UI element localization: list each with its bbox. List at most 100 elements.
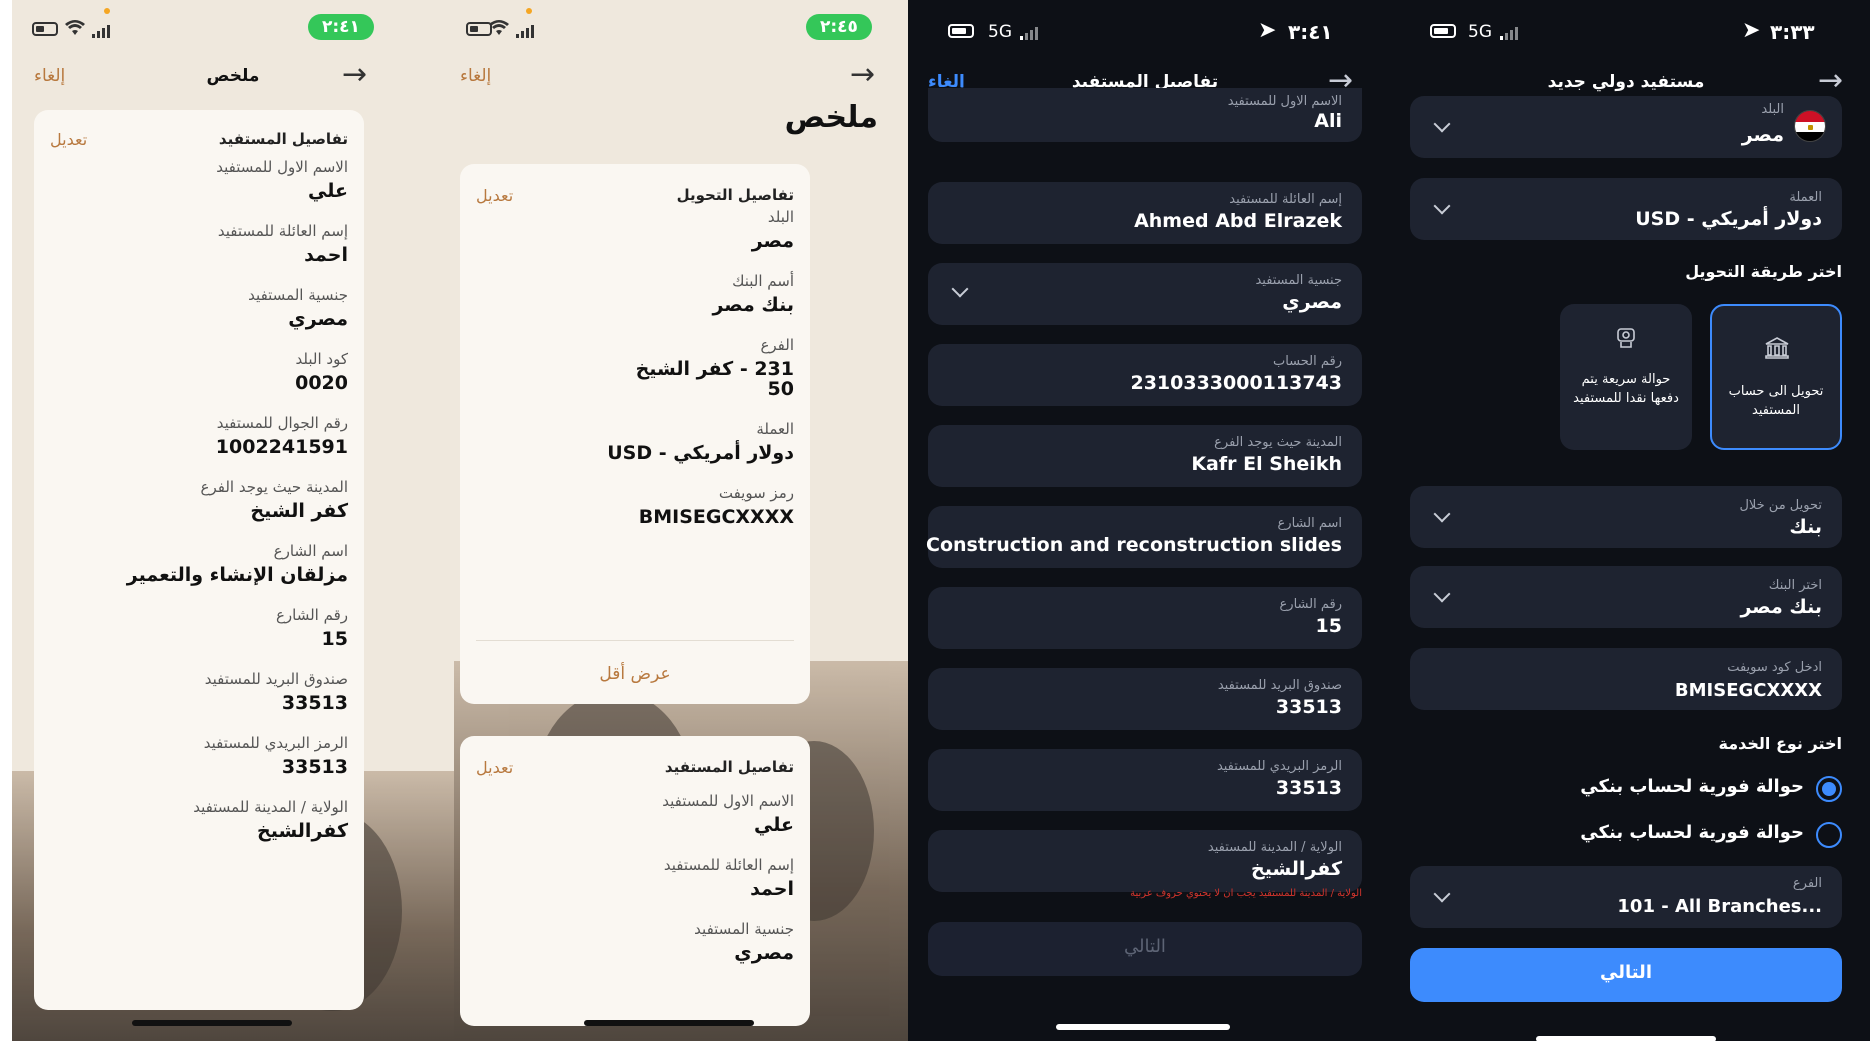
status-time: ٣:٤١ bbox=[1288, 20, 1333, 44]
service-option-1[interactable]: حوالة فورية لحساب بنكي bbox=[1382, 772, 1870, 808]
field-label: كود البلد bbox=[295, 350, 348, 368]
network-type: 5G bbox=[1468, 22, 1492, 42]
via-label: تحويل من خلال bbox=[1739, 498, 1822, 513]
field-label: جنسية المستفيد bbox=[694, 920, 794, 938]
edit-button[interactable]: تعديل bbox=[476, 186, 513, 205]
field-label: إسم العائلة للمستفيد bbox=[663, 856, 794, 874]
field-value: 33513 bbox=[1275, 696, 1342, 718]
summary-screen-2: ٢:٤٥ إلغاء → ملخص تفاصيل التحويل تعديل ا… bbox=[454, 0, 908, 1041]
beneficiary-field[interactable]: الرمز البريدي للمستفيد 33513 bbox=[928, 749, 1362, 811]
cancel-button[interactable]: إلغاء bbox=[460, 66, 491, 86]
field-value: احمد bbox=[304, 244, 348, 266]
status-time: ٢:٤٥ bbox=[806, 14, 872, 40]
beneficiary-details-card: تفاصيل المستفيد تعديل الاسم الاول للمستف… bbox=[460, 736, 810, 1026]
show-less-button[interactable]: عرض أقل bbox=[460, 664, 810, 684]
branch-label: الفرع bbox=[1792, 876, 1822, 891]
field-label: الاسم الاول للمستفيد bbox=[216, 158, 348, 176]
validation-error: الولاية / المدينة للمستفيد يجب ان لا يحت… bbox=[1130, 888, 1362, 899]
method-account-label: تحويل الى حساب المستفيد bbox=[1728, 384, 1824, 418]
bank-icon bbox=[1765, 337, 1789, 359]
signal-icon bbox=[1020, 26, 1038, 40]
home-indicator bbox=[1056, 1024, 1230, 1030]
field-label: أسم البنك bbox=[732, 272, 794, 290]
field-value: علي bbox=[754, 814, 794, 836]
field-label: المدينة حيث يوجد الفرع bbox=[200, 478, 348, 496]
field-label: رقم الحساب bbox=[1272, 354, 1342, 369]
beneficiary-field[interactable]: رقم الحساب 2310333000113743 bbox=[928, 344, 1362, 406]
field-value: علي bbox=[308, 180, 348, 202]
field-value: 0020 bbox=[295, 372, 348, 394]
field-label: صندوق البريد للمستفيد bbox=[1217, 678, 1342, 693]
beneficiary-field[interactable]: اسم الشارع Construction and reconstructio… bbox=[926, 506, 1362, 568]
service-option-2[interactable]: حوالة فورية لحساب بنكي bbox=[1382, 818, 1870, 854]
wifi-icon bbox=[65, 20, 85, 35]
location-arrow-icon: ➤ bbox=[1258, 18, 1277, 43]
field-label: الرمز البريدي للمستفيد bbox=[203, 734, 348, 752]
field-label: المدينة حيث يوجد الفرع bbox=[1214, 435, 1342, 450]
next-button[interactable]: التالي bbox=[1410, 948, 1842, 1002]
field-label: اسم الشارع bbox=[1277, 516, 1342, 531]
edit-button[interactable]: تعديل bbox=[50, 130, 87, 149]
page-title: ملخص bbox=[206, 66, 260, 86]
field-label: جنسية المستفيد bbox=[248, 286, 348, 304]
branch-value: 101 - All Branches... bbox=[1617, 896, 1822, 917]
field-value: 1002241591 bbox=[215, 436, 348, 458]
beneficiary-field[interactable]: رقم الشارع 15 bbox=[928, 587, 1362, 649]
bank-select[interactable]: اختر البنك بنك مصر bbox=[1410, 566, 1842, 628]
method-cash-option[interactable]: حوالة سريعة يتم دفعها نقدا للمستفيد bbox=[1560, 304, 1692, 450]
field-label: رقم الشارع bbox=[275, 606, 348, 624]
location-arrow-icon: ➤ bbox=[1742, 18, 1761, 43]
home-indicator bbox=[584, 1020, 754, 1026]
field-label: صندوق البريد للمستفيد bbox=[204, 670, 348, 688]
new-international-beneficiary-screen: 5G ➤ ٣:٣٣ مستفيد دولي جديد → البلد مصر ا… bbox=[1382, 0, 1870, 1041]
edit-button[interactable]: تعديل bbox=[476, 758, 513, 777]
privacy-indicator bbox=[526, 8, 532, 14]
country-select[interactable]: البلد مصر bbox=[1410, 96, 1842, 158]
field-value: 33513 bbox=[281, 756, 348, 778]
next-button-label: التالي bbox=[1599, 962, 1652, 983]
field-label: العملة bbox=[756, 420, 794, 438]
beneficiary-details-card: تفاصيل المستفيد تعديل الاسم الاول للمستف… bbox=[34, 110, 364, 1010]
branch-select[interactable]: الفرع 101 - All Branches... bbox=[1410, 866, 1842, 928]
beneficiary-field[interactable]: صندوق البريد للمستفيد 33513 bbox=[928, 668, 1362, 730]
back-arrow-icon[interactable]: → bbox=[1818, 66, 1843, 96]
country-value: مصر bbox=[1741, 124, 1784, 146]
back-arrow-icon[interactable]: → bbox=[850, 60, 875, 90]
home-indicator bbox=[1536, 1036, 1716, 1041]
via-value: بنك bbox=[1789, 516, 1822, 538]
field-label: الولاية / المدينة للمستفيد bbox=[1207, 840, 1342, 855]
back-arrow-icon[interactable]: → bbox=[342, 60, 367, 90]
beneficiary-field[interactable]: الاسم الاول للمستفيد Ali bbox=[928, 88, 1362, 142]
field-value: كفر الشيخ bbox=[250, 500, 348, 522]
service-option-label: حوالة فورية لحساب بنكي bbox=[1580, 776, 1804, 797]
swift-label: ادخل كود سويفت bbox=[1727, 660, 1822, 675]
service-option-label: حوالة فورية لحساب بنكي bbox=[1580, 822, 1804, 843]
transfer-details-card: تفاصيل التحويل تعديل البلد مصر أسم البنك بن… bbox=[460, 164, 810, 704]
status-time: ٣:٣٣ bbox=[1770, 20, 1815, 44]
currency-select[interactable]: العملة دولار أمريكي - USD bbox=[1410, 178, 1842, 240]
field-label: رقم الشارع bbox=[1279, 597, 1342, 612]
beneficiary-field[interactable]: المدينة حيث يوجد الفرع Kafr El Sheikh bbox=[928, 425, 1362, 487]
field-value: مصري bbox=[734, 942, 794, 964]
swift-code-field[interactable]: ادخل كود سويفت BMISEGCXXXX bbox=[1410, 648, 1842, 710]
page-title: مستفيد دولي جديد bbox=[1547, 72, 1705, 92]
transfer-via-select[interactable]: تحويل من خلال بنك bbox=[1410, 486, 1842, 548]
currency-value: دولار أمريكي - USD bbox=[1635, 208, 1822, 230]
chevron-down-icon bbox=[951, 280, 969, 298]
field-label: إسم العائلة للمستفيد bbox=[217, 222, 348, 240]
service-type-heading: اختر نوع الخدمة bbox=[1718, 734, 1842, 753]
beneficiary-field[interactable]: إسم العائلة للمستفيد Ahmed Abd Elrazek bbox=[928, 182, 1362, 244]
next-button[interactable]: التالي bbox=[928, 922, 1362, 976]
signal-icon bbox=[1500, 26, 1518, 40]
egypt-flag-icon bbox=[1794, 110, 1826, 142]
method-account-option[interactable]: تحويل الى حساب المستفيد bbox=[1710, 304, 1842, 450]
field-label: جنسية المستفيد bbox=[1255, 273, 1342, 288]
field-label: إسم العائلة للمستفيد bbox=[1229, 192, 1342, 207]
wifi-icon bbox=[489, 20, 509, 35]
beneficiary-field[interactable]: الولاية / المدينة للمستفيد كفرالشيخ bbox=[928, 830, 1362, 892]
chevron-down-icon bbox=[1433, 885, 1451, 903]
beneficiary-field[interactable]: جنسية المستفيد مصري bbox=[928, 263, 1362, 325]
field-value: مصري bbox=[288, 308, 348, 330]
field-value: كفرالشيخ bbox=[1251, 858, 1342, 880]
chevron-down-icon bbox=[1433, 505, 1451, 523]
